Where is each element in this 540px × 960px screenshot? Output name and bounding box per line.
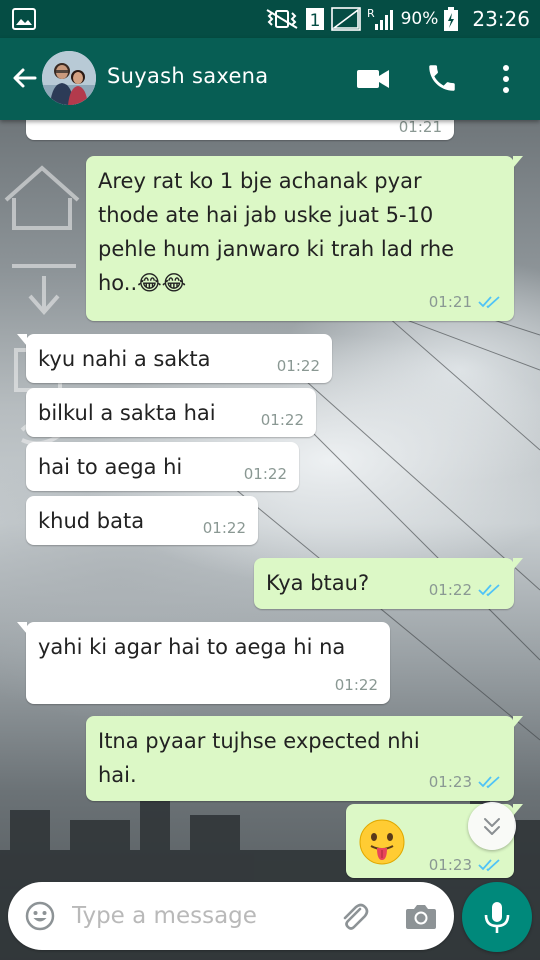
vibrate-icon [266,9,298,29]
scroll-to-bottom-button[interactable] [468,802,516,850]
message-time: 01:22 [202,519,246,537]
more-vert-icon[interactable] [494,62,518,96]
compose-bar [8,882,454,950]
message-incoming[interactable]: khud bata 01:22 [26,496,258,545]
gallery-notification-icon [12,8,36,30]
mic-icon [484,902,510,933]
message-text: khud bata [38,509,145,533]
message-time: 01:21 [398,120,442,136]
read-receipt-icon [478,296,500,309]
camera-icon[interactable] [405,902,437,930]
message-incoming[interactable]: bilkul a sakta hai 01:22 [26,388,316,437]
message-incoming[interactable]: hai to aega hi 01:22 [26,442,299,491]
message-outgoing[interactable]: Itna pyaar tujhse expected nhi hai. 01:2… [86,716,523,801]
battery-percent: 90% [400,9,439,29]
phone-call-icon[interactable] [425,61,459,95]
clock: 23:26 [472,7,530,31]
sim-icon: 1 [305,8,324,31]
message-line: Itna pyaar tujhse expected nhi [98,729,420,753]
message-text: kyu nahi a sakta [38,347,211,371]
message-text: ata [38,120,72,126]
double-chevron-down-icon [484,818,500,835]
message-time: 01:22 [428,581,472,599]
message-time: 01:22 [243,465,287,483]
message-outgoing[interactable]: Arey rat ko 1 bje achanak pyar thode ate… [86,156,523,321]
message-line: pehle hum janwaro ki trah lad rhe [98,237,455,261]
message-line: Arey rat ko 1 bje achanak pyar [98,169,422,193]
voice-record-button[interactable] [462,882,532,952]
message-list: ata 01:21 Arey rat ko 1 bje achanak pyar… [0,120,540,880]
message-time: 01:22 [334,676,378,694]
no-signal-icon [330,7,361,31]
attach-icon[interactable] [338,900,370,934]
contact-avatar[interactable] [42,51,96,105]
message-incoming[interactable]: yahi ki agar hai to aega hi na 01:22 [17,622,390,704]
message-time: 01:21 [428,293,472,311]
message-time: 01:23 [428,773,472,791]
chat-header: Suyash saxena [0,38,540,120]
read-receipt-icon [478,859,500,872]
back-arrow-icon[interactable] [8,62,40,94]
message-text: yahi ki agar hai to aega hi na [38,635,346,659]
tongue-emoji-icon [359,819,405,865]
message-incoming[interactable]: ata 01:21 [26,120,454,140]
message-line: thode ate hai jab uske juat 5-10 [98,203,434,227]
message-text: bilkul a sakta hai [38,401,216,425]
contact-name[interactable]: Suyash saxena [107,64,268,88]
status-bar: 1 R 90% 23:26 [0,0,540,38]
svg-text:1: 1 [309,11,320,31]
message-text: hai to aega hi [38,455,183,479]
message-input[interactable] [72,898,302,934]
video-call-icon[interactable] [356,64,392,94]
message-text: Kya btau? [266,571,370,595]
battery-icon [444,7,459,31]
message-time: 01:22 [260,411,304,429]
read-receipt-icon [478,584,500,597]
emoji-icon[interactable] [24,900,56,932]
read-receipt-icon [478,776,500,789]
svg-text:R: R [367,7,375,20]
message-time: 01:23 [428,856,472,874]
message-outgoing[interactable]: Kya btau? 01:22 [254,558,523,609]
signal-icon: R [367,7,393,30]
message-time: 01:22 [276,357,320,375]
message-incoming[interactable]: kyu nahi a sakta 01:22 [17,334,332,383]
